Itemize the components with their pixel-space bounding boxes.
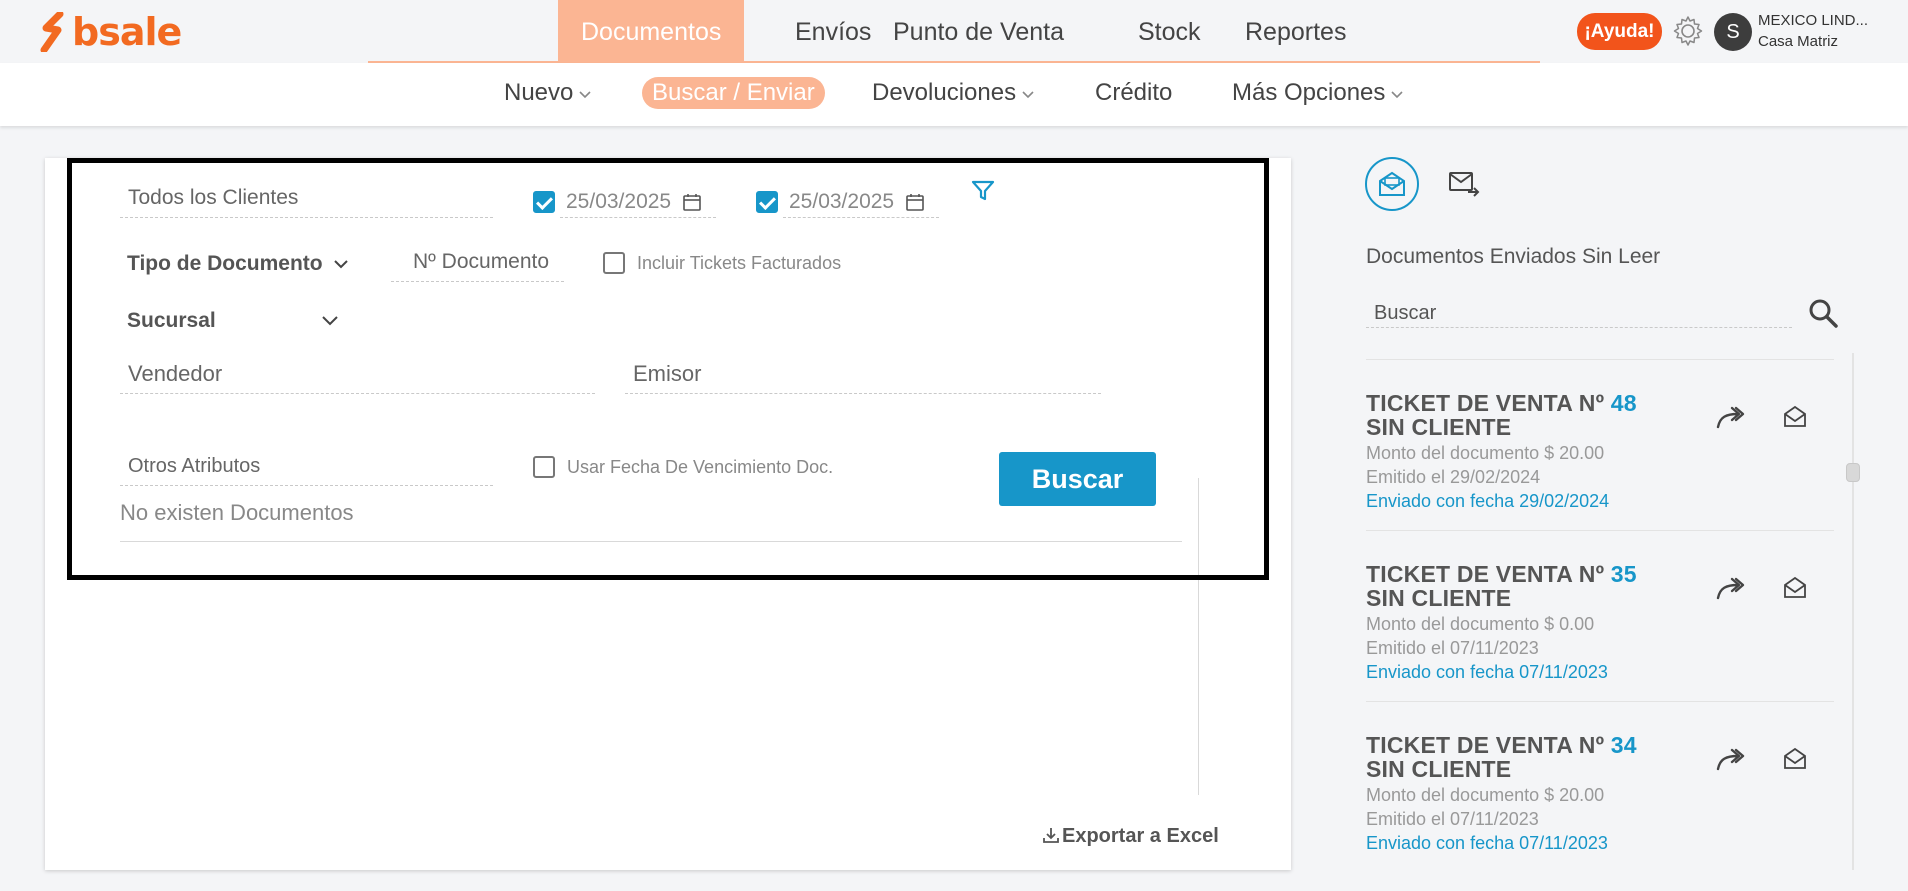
ticket-number: 34 (1610, 732, 1637, 758)
ticket-number: 35 (1610, 561, 1637, 587)
bsale-logo[interactable]: bsale (40, 10, 182, 54)
ticket-amount: Monto del documento $ 20.00 (1366, 785, 1605, 805)
tab-stock[interactable]: Stock (1115, 0, 1224, 63)
calendar-icon[interactable] (682, 192, 702, 212)
unread-tab[interactable] (1365, 157, 1419, 211)
ticket-sent: Enviado con fecha 07/11/2023 (1366, 662, 1608, 682)
include-tickets-checkbox[interactable] (603, 252, 625, 274)
include-tickets-label: Incluir Tickets Facturados (637, 253, 842, 273)
issuer-input[interactable]: Emisor (625, 362, 1101, 394)
tab-documentos[interactable]: Documentos (558, 0, 745, 63)
date-from-underline (560, 217, 716, 218)
other-attributes-input[interactable]: Otros Atributos (120, 454, 493, 486)
help-button[interactable]: ¡Ayuda! (1577, 13, 1662, 50)
ticket-title: TICKET DE VENTA Nº 34 (1366, 733, 1834, 757)
subnav-devoluciones-label: Devoluciones (872, 79, 1017, 106)
use-due-date-checkbox[interactable] (533, 456, 555, 478)
download-icon (1043, 828, 1059, 843)
open-envelope-icon[interactable] (1783, 576, 1807, 600)
date-to-underline (783, 217, 939, 218)
open-envelope-icon[interactable] (1783, 405, 1807, 429)
unread-search-input[interactable]: Buscar (1366, 296, 1792, 328)
tab-reportes[interactable]: Reportes (1222, 0, 1369, 63)
subnav-nuevo-label: Nuevo (504, 79, 574, 106)
doc-type-dropdown[interactable]: Tipo de Documento (127, 252, 349, 276)
export-excel-label: Exportar a Excel (1062, 825, 1219, 847)
date-from-value[interactable]: 25/03/2025 (566, 190, 671, 214)
sub-nav: Nuevo Buscar / Enviar Devoluciones Crédi… (0, 63, 1908, 126)
subnav-mas-opciones[interactable]: Más Opciones (1232, 77, 1403, 109)
search-button[interactable]: Buscar (999, 452, 1156, 506)
subnav-credito[interactable]: Crédito (1095, 77, 1172, 109)
tab-punto-de-venta[interactable]: Punto de Venta (870, 0, 1087, 63)
company-info[interactable]: MEXICO LIND... Casa Matriz (1758, 12, 1903, 50)
list-scrollbar[interactable] (1852, 353, 1854, 870)
list-item[interactable]: TICKET DE VENTA Nº 48 SIN CLIENTE Monto … (1366, 391, 1834, 511)
scrollbar-thumb[interactable] (1846, 463, 1860, 482)
open-envelope-icon (1379, 171, 1405, 196)
chevron-down-icon (579, 91, 591, 98)
ticket-type: TICKET DE VENTA Nº (1366, 561, 1605, 587)
filter-icon[interactable] (971, 179, 995, 203)
date-to-value[interactable]: 25/03/2025 (789, 190, 894, 214)
seller-input[interactable]: Vendedor (120, 362, 595, 394)
ticket-client: SIN CLIENTE (1366, 414, 1512, 440)
subnav-devoluciones[interactable]: Devoluciones (872, 77, 1034, 109)
send-mail-icon[interactable] (1448, 167, 1482, 201)
ticket-sent: Enviado con fecha 07/11/2023 (1366, 833, 1608, 853)
user-avatar[interactable]: S (1714, 13, 1752, 51)
main-nav: Documentos Envíos Punto de Venta Stock R… (368, 0, 1540, 63)
date-from-checkbox[interactable] (533, 191, 555, 213)
ticket-client: SIN CLIENTE (1366, 585, 1512, 611)
clients-input[interactable]: Todos los Clientes (120, 186, 493, 218)
open-envelope-icon[interactable] (1783, 747, 1807, 771)
ticket-number: 48 (1610, 390, 1637, 416)
export-excel-link[interactable]: Exportar a Excel (1042, 825, 1219, 848)
ticket-issued: Emitido el 29/02/2024 (1366, 467, 1541, 487)
logo-text: bsale (72, 10, 182, 54)
ticket-amount: Monto del documento $ 20.00 (1366, 443, 1605, 463)
ticket-type: TICKET DE VENTA Nº (1366, 390, 1605, 416)
list-item[interactable]: TICKET DE VENTA Nº 34 SIN CLIENTE Monto … (1366, 733, 1834, 853)
ticket-title: TICKET DE VENTA Nº 48 (1366, 391, 1834, 415)
list-divider (1366, 359, 1834, 360)
ticket-title: TICKET DE VENTA Nº 35 (1366, 562, 1834, 586)
logo-mark-icon (40, 12, 64, 52)
results-divider (120, 541, 1182, 542)
list-divider (1366, 701, 1834, 702)
ticket-amount: Monto del documento $ 0.00 (1366, 614, 1595, 634)
ticket-client: SIN CLIENTE (1366, 756, 1512, 782)
empty-results-message: No existen Documentos (120, 500, 354, 525)
results-scroll-track (1198, 478, 1199, 795)
ticket-sent: Enviado con fecha 29/02/2024 (1366, 491, 1610, 511)
subnav-nuevo[interactable]: Nuevo (504, 77, 591, 109)
branch-dropdown-chevron-icon[interactable] (322, 314, 338, 328)
date-to-checkbox[interactable] (756, 191, 778, 213)
doc-number-input[interactable]: Nº Documento (391, 250, 564, 282)
branch-label: Sucursal (127, 309, 216, 332)
chevron-down-icon (1022, 91, 1034, 98)
ticket-type: TICKET DE VENTA Nº (1366, 732, 1605, 758)
list-divider (1366, 530, 1834, 531)
search-icon[interactable] (1807, 297, 1839, 329)
doc-type-label: Tipo de Documento (127, 252, 323, 275)
ticket-issued: Emitido el 07/11/2023 (1366, 638, 1539, 658)
forward-icon[interactable] (1716, 747, 1746, 773)
subnav-buscar-enviar[interactable]: Buscar / Enviar (642, 77, 825, 109)
forward-icon[interactable] (1716, 405, 1746, 431)
company-name: MEXICO LIND... (1758, 12, 1869, 29)
forward-icon[interactable] (1716, 576, 1746, 602)
gear-icon[interactable] (1671, 14, 1705, 48)
calendar-icon[interactable] (905, 192, 925, 212)
subnav-mas-opciones-label: Más Opciones (1232, 79, 1386, 106)
top-bar: bsale Documentos Envíos Punto de Venta S… (0, 0, 1908, 63)
use-due-date-label: Usar Fecha De Vencimiento Doc. (567, 457, 834, 477)
branch-name: Casa Matriz (1758, 33, 1839, 50)
chevron-down-icon (334, 260, 349, 269)
ticket-issued: Emitido el 07/11/2023 (1366, 809, 1539, 829)
list-item[interactable]: TICKET DE VENTA Nº 35 SIN CLIENTE Monto … (1366, 562, 1834, 682)
unread-docs-title: Documentos Enviados Sin Leer (1366, 245, 1661, 268)
chevron-down-icon (1391, 91, 1403, 98)
